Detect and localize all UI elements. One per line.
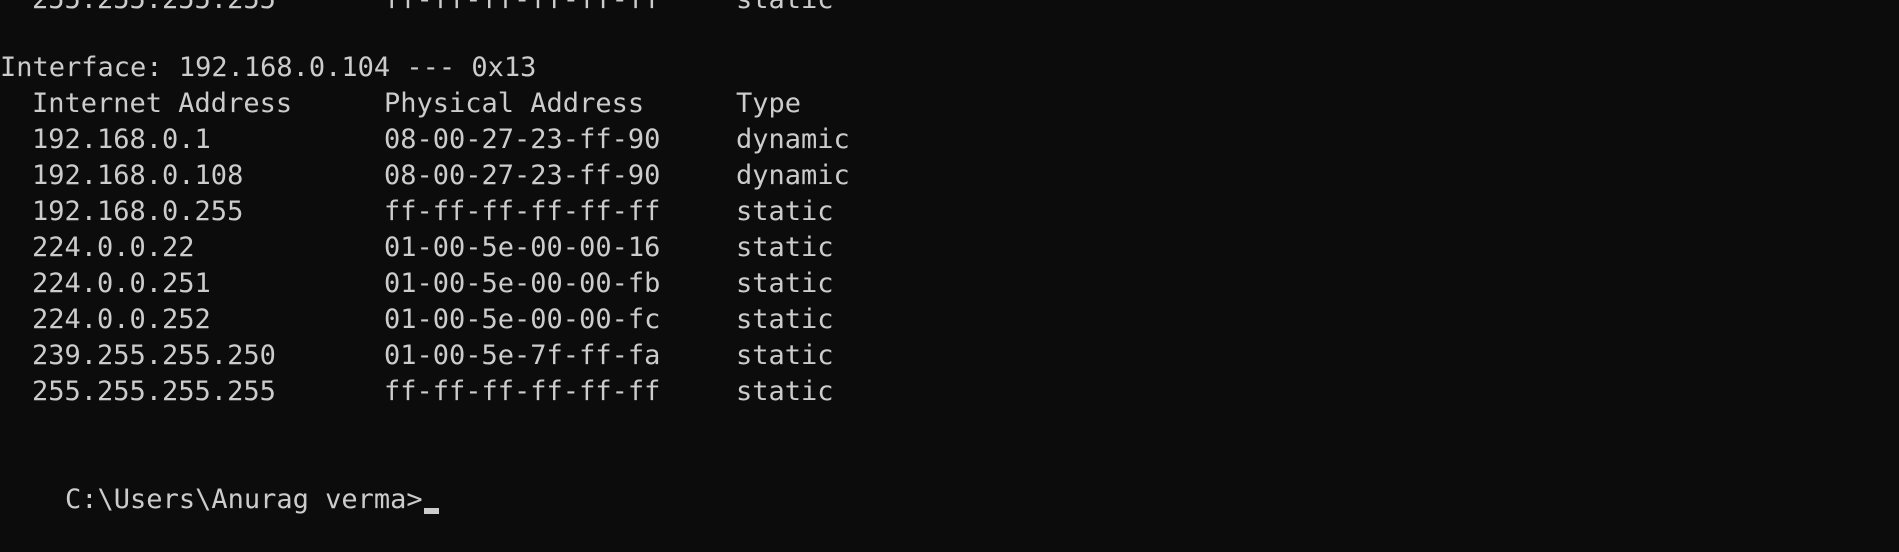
- internet-address-cell: 224.0.0.251: [32, 268, 211, 299]
- text-cursor: [423, 508, 439, 514]
- column-header-type: Type: [736, 88, 802, 119]
- table-row: 224.0.0.252 01-00-5e-00-00-fc static: [0, 302, 834, 338]
- internet-address-cell: 192.168.0.1: [32, 124, 211, 155]
- table-row: 255.255.255.255 ff-ff-ff-ff-ff-ff static: [0, 374, 834, 410]
- type-cell: static: [736, 340, 834, 371]
- type-cell: dynamic: [736, 160, 850, 191]
- type-cell: static: [736, 304, 834, 335]
- physical-address-cell: 01-00-5e-00-00-16: [384, 232, 661, 263]
- type-cell: dynamic: [736, 124, 850, 155]
- table-row: 224.0.0.22 01-00-5e-00-00-16 static: [0, 230, 834, 266]
- physical-address-cell: 01-00-5e-7f-ff-fa: [384, 340, 661, 371]
- interface-header: Interface: 192.168.0.104 --- 0x13: [0, 52, 537, 83]
- physical-address-cell: ff-ff-ff-ff-ff-ff: [384, 0, 660, 18]
- column-header-internet-address: Internet Address: [32, 88, 293, 119]
- internet-address-cell: 224.0.0.22: [32, 232, 195, 263]
- command-prompt: C:\Users\Anurag verma>: [65, 484, 423, 515]
- table-row: 192.168.0.1 08-00-27-23-ff-90 dynamic: [0, 122, 850, 158]
- type-cell: static: [736, 268, 834, 299]
- physical-address-cell: 08-00-27-23-ff-90: [384, 124, 661, 155]
- internet-address-cell: 239.255.255.250: [32, 340, 276, 371]
- type-cell: static: [736, 232, 834, 263]
- column-header-physical-address: Physical Address: [384, 88, 645, 119]
- type-cell: static: [736, 196, 834, 227]
- prev-table-row: 255.255.255.255 ff-ff-ff-ff-ff-ff static: [0, 0, 834, 18]
- table-row: 224.0.0.251 01-00-5e-00-00-fb static: [0, 266, 834, 302]
- table-row: 239.255.255.250 01-00-5e-7f-ff-fa static: [0, 338, 834, 374]
- physical-address-cell: 01-00-5e-00-00-fb: [384, 268, 661, 299]
- internet-address-cell: 224.0.0.252: [32, 304, 211, 335]
- physical-address-cell: ff-ff-ff-ff-ff-ff: [384, 376, 661, 407]
- physical-address-cell: 01-00-5e-00-00-fc: [384, 304, 661, 335]
- internet-address-cell: 192.168.0.255: [32, 196, 244, 227]
- column-header-row: Internet Address Physical Address Type: [0, 86, 801, 122]
- internet-address-cell: 192.168.0.108: [32, 160, 244, 191]
- command-prompt-line[interactable]: C:\Users\Anurag verma>: [0, 446, 439, 515]
- physical-address-cell: 08-00-27-23-ff-90: [384, 160, 661, 191]
- internet-address-cell: 255.255.255.255: [32, 0, 276, 18]
- type-cell: static: [736, 0, 834, 18]
- physical-address-cell: ff-ff-ff-ff-ff-ff: [384, 196, 661, 227]
- type-cell: static: [736, 376, 834, 407]
- table-row: 192.168.0.255 ff-ff-ff-ff-ff-ff static: [0, 194, 834, 230]
- terminal-window[interactable]: 255.255.255.255 ff-ff-ff-ff-ff-ff static…: [0, 0, 1899, 552]
- table-row: 192.168.0.108 08-00-27-23-ff-90 dynamic: [0, 158, 850, 194]
- internet-address-cell: 255.255.255.255: [32, 376, 276, 407]
